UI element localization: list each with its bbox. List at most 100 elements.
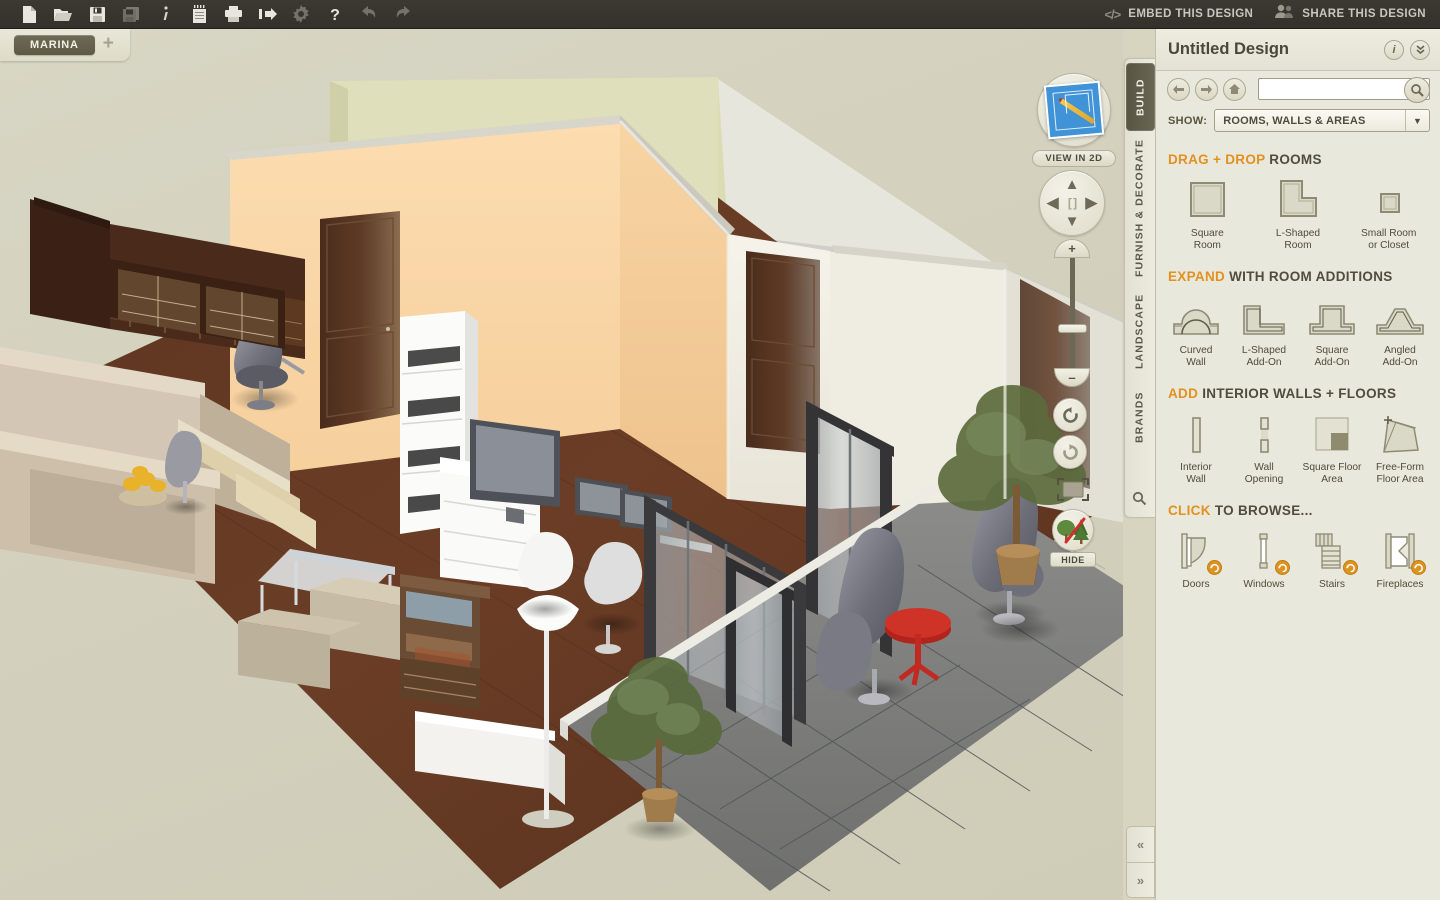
item-interior-wall[interactable]: Interior Wall [1162,411,1230,487]
zoom-out-button[interactable]: – [1054,368,1090,387]
item-wall-opening[interactable]: Wall Opening [1230,411,1298,487]
view-in-2d-control[interactable]: VIEW IN 2D [1032,73,1116,167]
panel-collapse-icon[interactable] [1410,39,1430,60]
item-stairs[interactable]: Stairs [1298,528,1366,591]
notepad-icon[interactable] [182,1,216,28]
pan-left-button[interactable]: ◀ [1047,196,1059,211]
redo-icon[interactable] [386,1,420,28]
recenter-button[interactable]: [ ] [1068,197,1077,209]
hide-label[interactable]: HIDE [1050,552,1096,567]
item-square-addon[interactable]: Square Add-On [1298,294,1366,370]
item-fireplaces[interactable]: Fireplaces [1366,528,1434,591]
stairs-icon [1298,528,1366,575]
print-icon[interactable] [216,1,250,28]
door-1 [320,211,400,429]
show-filter-row: SHOW: ROOMS, WALLS & AREAS ▼ [1156,107,1440,142]
people-icon [1275,4,1294,24]
panel-search-box[interactable] [1258,77,1430,103]
rotate-cw-icon [1062,443,1078,460]
rotate-counterclockwise-button[interactable] [1053,398,1087,432]
item-caption: Small Room or Closet [1360,228,1417,252]
browse-arrow-badge[interactable] [1207,559,1222,575]
panel-info-icon[interactable]: i [1384,39,1404,60]
chevron-down-icon[interactable]: ▼ [1405,110,1429,131]
help-icon[interactable]: ? [318,1,352,28]
design-tab-marina[interactable]: MARINA [14,35,95,55]
export-icon[interactable] [250,1,284,28]
rotate-clockwise-button[interactable] [1053,435,1087,469]
rotate-ccw-icon [1062,406,1078,423]
design-canvas-3d[interactable]: VIEW IN 2D ▲ ▼ ◀ ▶ [ ] + – HIDE [0,29,1123,900]
pan-up-button[interactable]: ▲ [1065,177,1080,192]
new-document-icon[interactable] [12,1,46,28]
small-room-closet-icon [1343,177,1434,223]
section-title-rest: ROOMS [1269,152,1322,167]
section-drag-drop-rooms: DRAG + DROP ROOMS Square Room L-Shaped Roo… [1156,142,1440,259]
undo-icon[interactable] [352,1,386,28]
item-caption: Free-Form Floor Area [1375,461,1425,486]
item-l-shaped-addon[interactable]: L-Shaped Add-On [1230,294,1298,370]
save-as-icon[interactable] [114,1,148,28]
angled-addon-icon [1366,294,1434,340]
view-in-2d-label[interactable]: VIEW IN 2D [1032,150,1116,167]
zoom-slider-thumb[interactable] [1057,324,1087,333]
rail-tab-landscape[interactable]: LANDSCAPE [1125,285,1154,377]
item-caption: L-Shaped Room [1275,228,1321,252]
open-folder-icon[interactable] [46,1,80,28]
item-caption: L-Shaped Add-On [1241,344,1287,369]
settings-gear-icon[interactable] [284,1,318,28]
hide-objects-control[interactable]: HIDE [1050,509,1096,567]
hide-trees-icon[interactable] [1052,509,1094,551]
nav-back-button[interactable] [1167,77,1190,101]
rail-tab-brands[interactable]: BRANDS [1125,383,1154,451]
interior-item-list: Interior Wall Wall Opening Square Floor Are… [1156,411,1440,487]
rail-search-icon[interactable] [1125,485,1154,511]
item-l-shaped-room[interactable]: L-Shaped Room [1253,177,1344,253]
item-caption: Stairs [1318,578,1346,590]
info-icon[interactable] [148,1,182,28]
item-curved-wall[interactable]: Curved Wall [1162,294,1230,370]
item-caption: Curved Wall [1179,344,1213,369]
item-caption: Square Floor Area [1302,461,1362,486]
item-caption: Square Room [1190,228,1224,252]
fullscreen-toggle-button[interactable] [1056,477,1090,507]
nav-home-button[interactable] [1223,77,1246,101]
item-angled-addon[interactable]: Angled Add-On [1366,294,1434,370]
section-title-highlight: EXPAND [1168,268,1226,284]
rail-tab-furnish-decorate[interactable]: FURNISH & DECORATE [1125,137,1154,279]
save-icon[interactable] [80,1,114,28]
nav-forward-button[interactable] [1195,77,1218,101]
collapse-prev-button[interactable]: « [1126,826,1155,862]
section-click-to-browse: CLICK TO BROWSE... Doors Windows Stairs … [1156,493,1440,597]
code-brackets-icon: </> [1104,6,1121,22]
browse-item-list: Doors Windows Stairs Fireplaces [1156,528,1440,591]
blueprint-2d-icon[interactable] [1037,73,1111,147]
item-free-form-floor-area[interactable]: Free-Form Floor Area [1366,411,1434,487]
browse-arrow-badge[interactable] [1275,559,1290,575]
panel-search-button[interactable] [1404,77,1430,103]
zoom-slider-track[interactable] [1057,258,1087,368]
zoom-in-button[interactable]: + [1054,239,1090,258]
pan-down-button[interactable]: ▼ [1065,214,1080,229]
pan-right-button[interactable]: ▶ [1085,196,1097,211]
curved-wall-icon [1162,294,1230,340]
add-tab-button[interactable]: + [103,34,114,56]
item-small-room-closet[interactable]: Small Room or Closet [1343,177,1434,253]
zoom-slider-control[interactable]: + – [1054,239,1090,387]
pan-dpad-control[interactable]: ▲ ▼ ◀ ▶ [ ] [1039,170,1105,236]
l-shaped-room-icon [1253,177,1344,223]
svg-text:?: ? [330,7,340,23]
collapse-next-button[interactable]: » [1126,862,1155,898]
show-filter-select[interactable]: ROOMS, WALLS & AREAS ▼ [1214,109,1430,132]
item-square-room[interactable]: Square Room [1162,177,1253,253]
rail-tab-build[interactable]: BUILD [1126,63,1155,131]
item-square-floor-area[interactable]: Square Floor Area [1298,411,1366,487]
browse-arrow-badge[interactable] [1411,559,1426,575]
item-caption: Wall Opening [1244,461,1284,486]
section-title-rest: INTERIOR WALLS + FLOORS [1202,385,1397,401]
browse-arrow-badge[interactable] [1343,559,1358,575]
item-doors[interactable]: Doors [1162,528,1230,591]
share-design-button[interactable]: SHARE THIS DESIGN [1275,4,1426,24]
item-windows[interactable]: Windows [1230,528,1298,591]
embed-design-button[interactable]: </> EMBED THIS DESIGN [1104,7,1253,22]
